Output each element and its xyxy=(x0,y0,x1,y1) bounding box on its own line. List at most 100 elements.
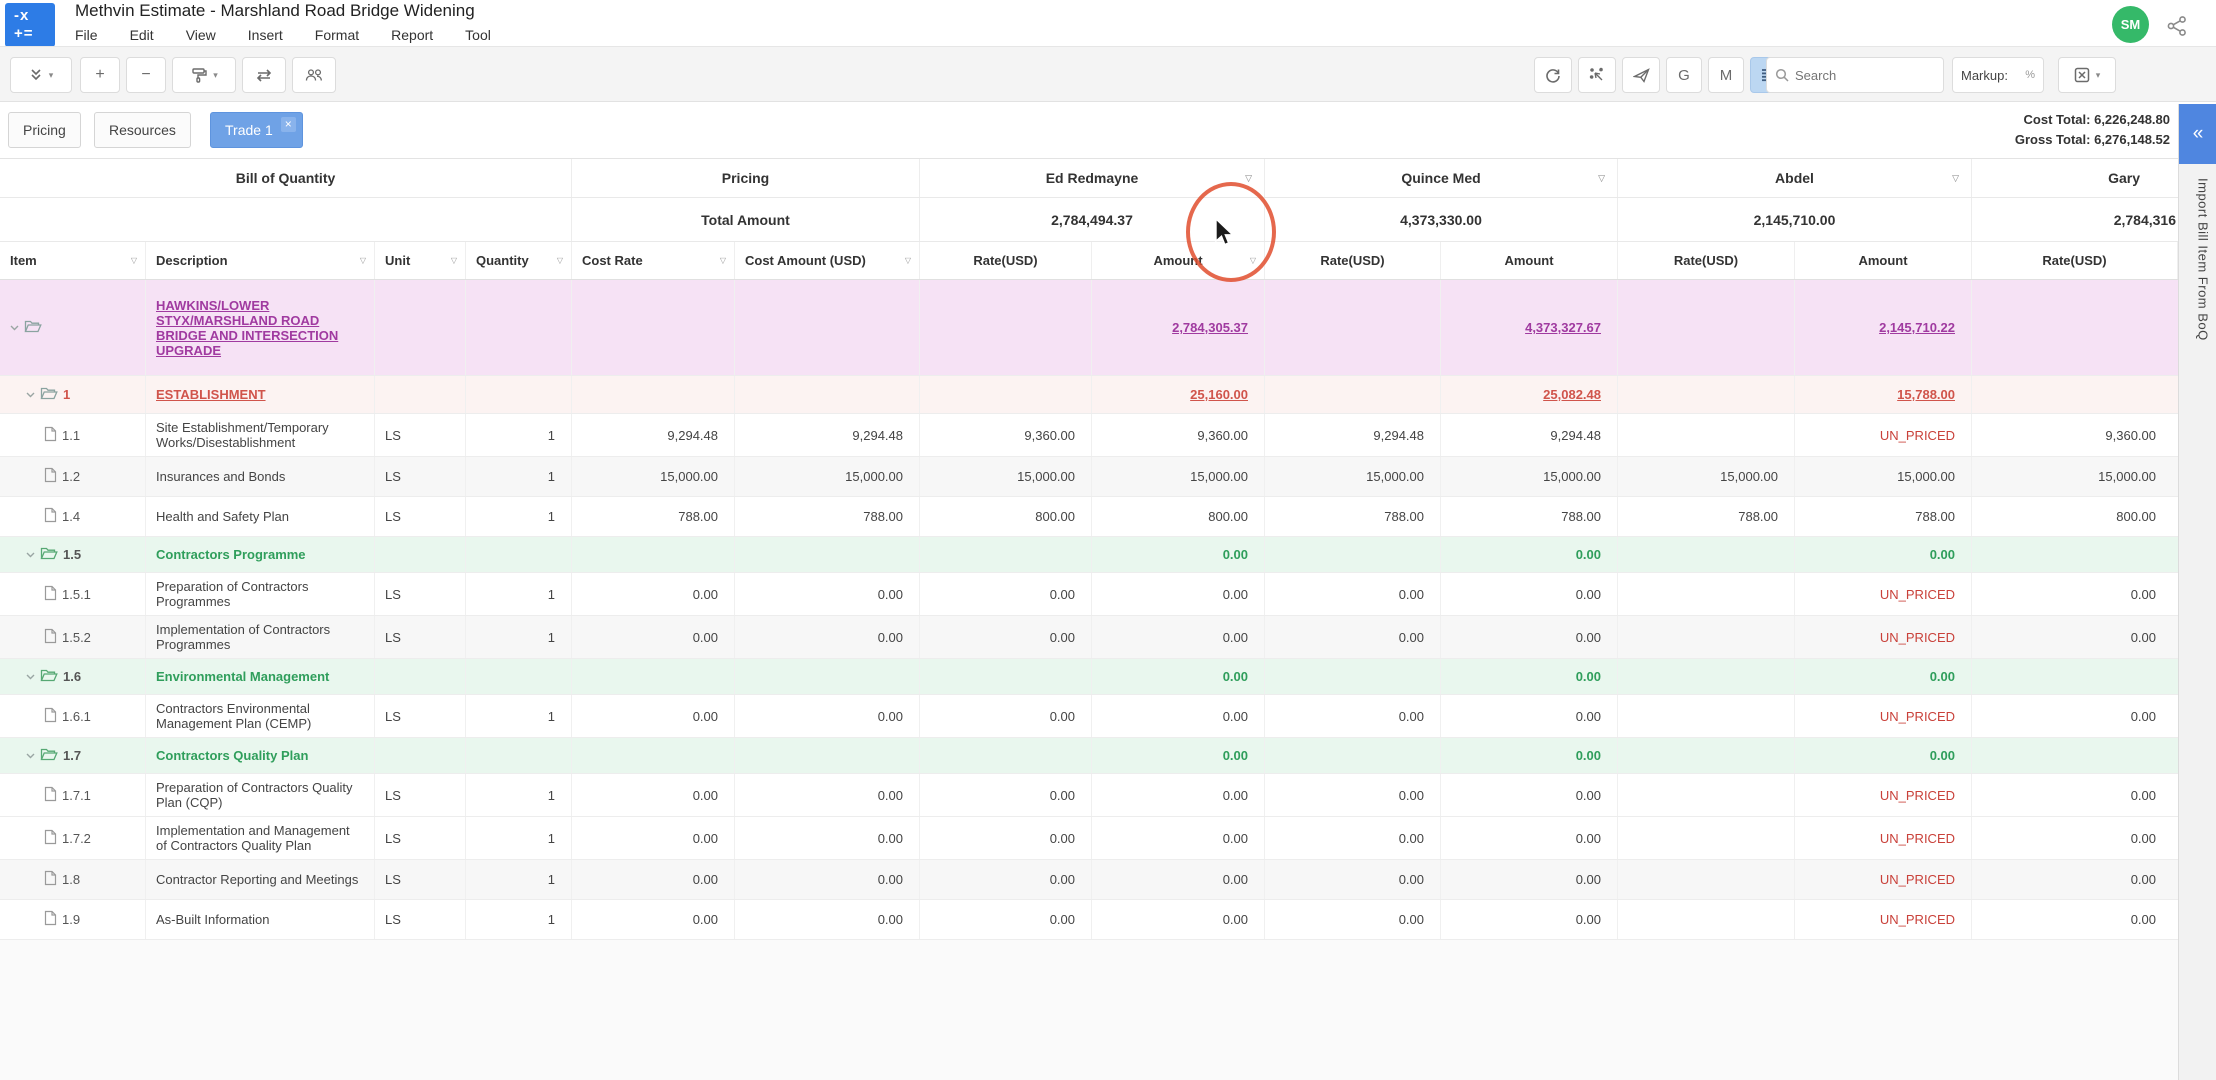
ed-rate-cell[interactable]: 15,000.00 xyxy=(920,457,1092,496)
menu-format[interactable]: Format xyxy=(312,25,362,45)
quantity-cell[interactable] xyxy=(466,738,572,773)
abdel-amount-cell[interactable]: 2,145,710.22 xyxy=(1795,280,1972,375)
unit-cell[interactable]: LS xyxy=(375,573,466,615)
quince-amount-cell[interactable]: 0.00 xyxy=(1441,900,1618,939)
abdel-amount-cell[interactable]: UN_PRICED xyxy=(1795,774,1972,816)
abdel-amount-cell[interactable]: 0.00 xyxy=(1795,537,1972,572)
ed-amount-cell[interactable]: 0.00 xyxy=(1092,573,1265,615)
chevron-down-icon[interactable] xyxy=(26,672,35,682)
quince-rate-cell[interactable] xyxy=(1265,738,1441,773)
quantity-cell[interactable]: 1 xyxy=(466,573,572,615)
gary-rate-cell[interactable] xyxy=(1972,537,2178,572)
quince-amount-cell[interactable]: 0.00 xyxy=(1441,659,1618,694)
abdel-amount-cell[interactable]: 0.00 xyxy=(1795,659,1972,694)
people-button[interactable] xyxy=(292,57,336,93)
unit-cell[interactable]: LS xyxy=(375,457,466,496)
tab-trade-1[interactable]: Trade 1 × xyxy=(210,112,303,148)
total-quince-med[interactable]: 4,373,330.00 xyxy=(1265,198,1618,241)
unit-cell[interactable]: LS xyxy=(375,774,466,816)
quince-rate-cell[interactable]: 0.00 xyxy=(1265,774,1441,816)
abdel-rate-cell[interactable] xyxy=(1618,860,1795,899)
filter-chevron-icon[interactable]: ▽ xyxy=(905,256,911,265)
unit-cell[interactable] xyxy=(375,280,466,375)
unit-cell[interactable] xyxy=(375,376,466,413)
cost-amount-cell[interactable]: 0.00 xyxy=(735,900,920,939)
ed-rate-cell[interactable]: 0.00 xyxy=(920,573,1092,615)
description-cell[interactable]: Implementation and Management of Contrac… xyxy=(146,817,375,859)
avatar[interactable]: SM xyxy=(2112,6,2149,43)
item-cell[interactable]: 1.6 xyxy=(0,659,146,694)
menu-tool[interactable]: Tool xyxy=(462,25,494,45)
unit-cell[interactable] xyxy=(375,659,466,694)
quince-rate-cell[interactable]: 9,294.48 xyxy=(1265,414,1441,456)
abdel-amount-cell[interactable]: UN_PRICED xyxy=(1795,817,1972,859)
quince-rate-cell[interactable] xyxy=(1265,537,1441,572)
cost-rate-cell[interactable]: 0.00 xyxy=(572,616,735,658)
abdel-rate-cell[interactable] xyxy=(1618,414,1795,456)
gary-rate-cell[interactable] xyxy=(1972,659,2178,694)
abdel-amount-cell[interactable]: UN_PRICED xyxy=(1795,860,1972,899)
cost-rate-cell[interactable]: 0.00 xyxy=(572,774,735,816)
unit-cell[interactable]: LS xyxy=(375,695,466,737)
quince-amount-cell[interactable]: 4,373,327.67 xyxy=(1441,280,1618,375)
column-header-rate-usd-[interactable]: Rate(USD) xyxy=(1972,242,2178,279)
app-logo-icon[interactable]: -x += xyxy=(5,3,55,47)
ed-amount-cell[interactable]: 0.00 xyxy=(1092,659,1265,694)
quince-amount-cell[interactable]: 0.00 xyxy=(1441,537,1618,572)
quince-amount-cell[interactable]: 0.00 xyxy=(1441,616,1618,658)
description-cell[interactable]: Contractors Programme xyxy=(146,537,375,572)
quince-amount-cell[interactable]: 788.00 xyxy=(1441,497,1618,536)
abdel-rate-cell[interactable] xyxy=(1618,695,1795,737)
item-cell[interactable]: 1.2 xyxy=(0,457,146,496)
ed-rate-cell[interactable] xyxy=(920,738,1092,773)
filter-chevron-icon[interactable]: ▽ xyxy=(360,256,366,265)
description-cell[interactable]: Contractor Reporting and Meetings xyxy=(146,860,375,899)
gary-rate-cell[interactable]: 0.00 xyxy=(1972,774,2178,816)
unit-cell[interactable]: LS xyxy=(375,900,466,939)
filter-chevron-icon[interactable]: ▽ xyxy=(720,256,726,265)
quince-amount-cell[interactable]: 0.00 xyxy=(1441,738,1618,773)
quantity-cell[interactable]: 1 xyxy=(466,900,572,939)
column-header-unit[interactable]: Unit ▽ xyxy=(375,242,466,279)
menu-edit[interactable]: Edit xyxy=(127,25,157,45)
item-cell[interactable]: 1.4 xyxy=(0,497,146,536)
cost-rate-cell[interactable] xyxy=(572,376,735,413)
export-excel-button[interactable]: ▾ xyxy=(2058,57,2116,93)
gary-rate-cell[interactable] xyxy=(1972,738,2178,773)
ed-amount-cell[interactable]: 2,784,305.37 xyxy=(1092,280,1265,375)
item-cell[interactable]: 1.1 xyxy=(0,414,146,456)
unit-cell[interactable] xyxy=(375,537,466,572)
column-header-rate-usd-[interactable]: Rate(USD) xyxy=(920,242,1092,279)
ed-rate-cell[interactable]: 0.00 xyxy=(920,900,1092,939)
quantity-cell[interactable]: 1 xyxy=(466,414,572,456)
search-input[interactable] xyxy=(1795,67,1925,83)
ed-amount-cell[interactable]: 0.00 xyxy=(1092,695,1265,737)
unit-cell[interactable] xyxy=(375,738,466,773)
column-header-cost-amount-usd-[interactable]: Cost Amount (USD) ▽ xyxy=(735,242,920,279)
cost-rate-cell[interactable]: 0.00 xyxy=(572,817,735,859)
description-cell[interactable]: Contractors Quality Plan xyxy=(146,738,375,773)
gary-rate-cell[interactable] xyxy=(1972,280,2178,375)
ed-rate-cell[interactable]: 0.00 xyxy=(920,616,1092,658)
abdel-amount-cell[interactable]: UN_PRICED xyxy=(1795,573,1972,615)
gary-rate-cell[interactable]: 0.00 xyxy=(1972,616,2178,658)
quantity-cell[interactable] xyxy=(466,537,572,572)
item-cell[interactable]: 1.5.2 xyxy=(0,616,146,658)
m-shortcut-button[interactable]: M xyxy=(1708,57,1744,93)
quince-rate-cell[interactable] xyxy=(1265,280,1441,375)
item-cell[interactable]: 1.9 xyxy=(0,900,146,939)
cost-rate-cell[interactable] xyxy=(572,537,735,572)
quantity-cell[interactable]: 1 xyxy=(466,860,572,899)
cost-rate-cell[interactable]: 15,000.00 xyxy=(572,457,735,496)
item-cell[interactable] xyxy=(0,280,146,375)
ed-amount-cell[interactable]: 0.00 xyxy=(1092,900,1265,939)
item-cell[interactable]: 1.7.2 xyxy=(0,817,146,859)
ed-amount-cell[interactable]: 9,360.00 xyxy=(1092,414,1265,456)
chevron-down-icon[interactable]: ▽ xyxy=(1598,173,1605,184)
menu-report[interactable]: Report xyxy=(388,25,436,45)
abdel-rate-cell[interactable] xyxy=(1618,573,1795,615)
refresh-button[interactable] xyxy=(1534,57,1572,93)
abdel-amount-cell[interactable]: UN_PRICED xyxy=(1795,695,1972,737)
quantity-cell[interactable] xyxy=(466,280,572,375)
gary-rate-cell[interactable] xyxy=(1972,376,2178,413)
